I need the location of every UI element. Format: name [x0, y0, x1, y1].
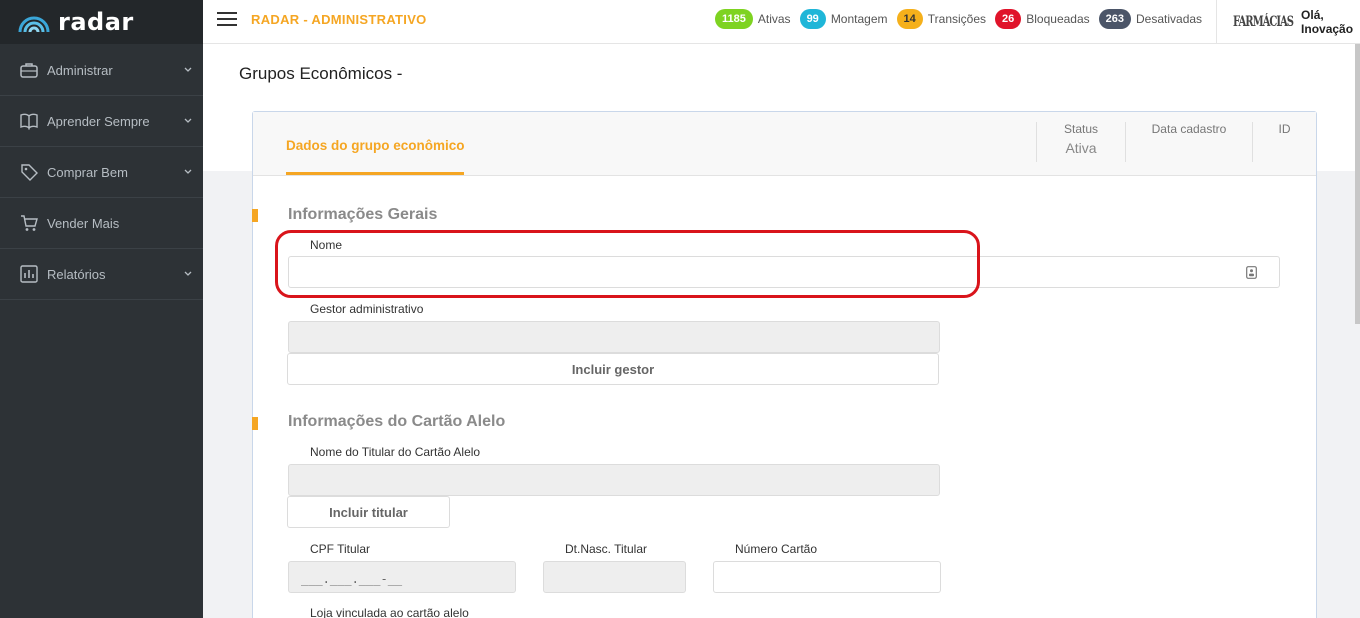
app-title: RADAR - ADMINISTRATIVO	[251, 12, 427, 27]
incluir-gestor-button[interactable]: Incluir gestor	[287, 353, 939, 385]
dtnasc-input[interactable]	[543, 561, 686, 593]
stat-label: Transições	[927, 12, 987, 26]
sidebar-item-administrar[interactable]: Administrar	[0, 45, 203, 96]
scrollbar[interactable]	[1355, 44, 1360, 324]
sidebar: radar Administrar Aprender Sempre Compra…	[0, 0, 203, 618]
sidebar-item-aprender-sempre[interactable]: Aprender Sempre	[0, 96, 203, 147]
gestor-label: Gestor administrativo	[310, 302, 424, 316]
status-counters: 1185 Ativas 99 Montagem 14 Transições 26…	[715, 9, 1211, 29]
brand-name: radar	[58, 8, 134, 36]
count-badge: 14	[896, 9, 923, 29]
chevron-down-icon	[184, 67, 192, 72]
stat-ativas[interactable]: 1185 Ativas	[715, 9, 791, 29]
stat-label: Montagem	[830, 12, 888, 26]
stat-bloqueadas[interactable]: 26 Bloqueadas	[995, 9, 1090, 29]
numero-label: Número Cartão	[735, 542, 818, 556]
sidebar-item-comprar-bem[interactable]: Comprar Bem	[0, 147, 203, 198]
numero-input[interactable]	[713, 561, 941, 593]
numero-value	[714, 562, 940, 582]
tag-icon	[21, 164, 38, 181]
card-header: Dados do grupo econômico Status Ativa Da…	[253, 112, 1316, 176]
gestor-value	[289, 322, 939, 342]
tab-dados-grupo[interactable]: Dados do grupo econômico	[286, 138, 465, 153]
loja-label: Loja vinculada ao cartão alelo	[310, 606, 469, 618]
user-company-logo: FARMÁCIAS	[1233, 14, 1294, 30]
stat-label: Ativas	[757, 12, 791, 26]
cart-icon	[21, 215, 38, 231]
stat-label: Desativadas	[1136, 12, 1203, 26]
id-label: ID	[1278, 122, 1291, 136]
stat-montagem[interactable]: 99 Montagem	[799, 9, 888, 29]
chevron-down-icon	[184, 271, 192, 276]
stat-transicoes[interactable]: 14 Transições	[896, 9, 987, 29]
dtnasc-label: Dt.Nasc. Titular	[565, 542, 648, 556]
stat-label: Bloqueadas	[1026, 12, 1090, 26]
bar-chart-icon	[20, 265, 38, 283]
count-badge: 26	[995, 9, 1022, 29]
chevron-down-icon	[184, 169, 192, 174]
sidebar-item-label: Comprar Bem	[47, 164, 128, 180]
top-bar: RADAR - ADMINISTRATIVO 1185 Ativas 99 Mo…	[203, 0, 1360, 44]
sidebar-item-label: Relatórios	[47, 266, 106, 282]
sidebar-item-label: Administrar	[47, 62, 113, 78]
highlight-annotation	[275, 230, 980, 298]
titular-input[interactable]	[288, 464, 940, 496]
gestor-input[interactable]	[288, 321, 940, 353]
status-label: Status	[1063, 122, 1099, 136]
tab-active-indicator	[286, 172, 464, 175]
sidebar-item-label: Aprender Sempre	[47, 113, 150, 129]
sidebar-item-label: Vender Mais	[47, 215, 120, 231]
titular-value	[289, 465, 939, 485]
titular-label: Nome do Titular do Cartão Alelo	[310, 445, 481, 459]
radar-logo-icon	[18, 16, 50, 32]
cpf-input[interactable]: ___.___.___-__	[288, 561, 516, 593]
date-column: Data cadastro	[1125, 122, 1252, 162]
id-column: ID	[1252, 122, 1316, 162]
section-title-card: Informações do Cartão Alelo	[288, 413, 506, 430]
user-greeting: Olá, Inovação	[1301, 8, 1354, 36]
brand[interactable]: radar	[0, 0, 203, 44]
sidebar-item-vender-mais[interactable]: Vender Mais	[0, 198, 203, 249]
cpf-label: CPF Titular	[310, 542, 371, 556]
status-column: Status Ativa	[1036, 122, 1125, 162]
section-marker	[252, 417, 258, 430]
section-marker	[252, 209, 258, 222]
sidebar-item-relatorios[interactable]: Relatórios	[0, 249, 203, 300]
count-badge: 99	[799, 9, 826, 29]
cpf-mask: ___.___.___-__	[301, 572, 403, 586]
section-title-general: Informações Gerais	[288, 206, 438, 223]
chevron-down-icon	[184, 118, 192, 123]
count-badge: 1185	[715, 9, 753, 29]
contact-card-icon[interactable]	[1246, 266, 1257, 279]
briefcase-icon	[20, 63, 38, 78]
book-icon	[20, 113, 38, 130]
page-title: Grupos Econômicos -	[239, 64, 403, 83]
stat-desativadas[interactable]: 263 Desativadas	[1098, 9, 1203, 29]
user-menu[interactable]: FARMÁCIAS Olá, Inovação	[1216, 0, 1360, 44]
hamburger-menu-icon[interactable]	[217, 12, 237, 28]
incluir-titular-button[interactable]: Incluir titular	[287, 496, 450, 528]
dtnasc-value	[544, 562, 685, 582]
date-label: Data cadastro	[1151, 122, 1227, 136]
status-value: Ativa	[1065, 140, 1097, 156]
count-badge: 263	[1098, 9, 1132, 29]
